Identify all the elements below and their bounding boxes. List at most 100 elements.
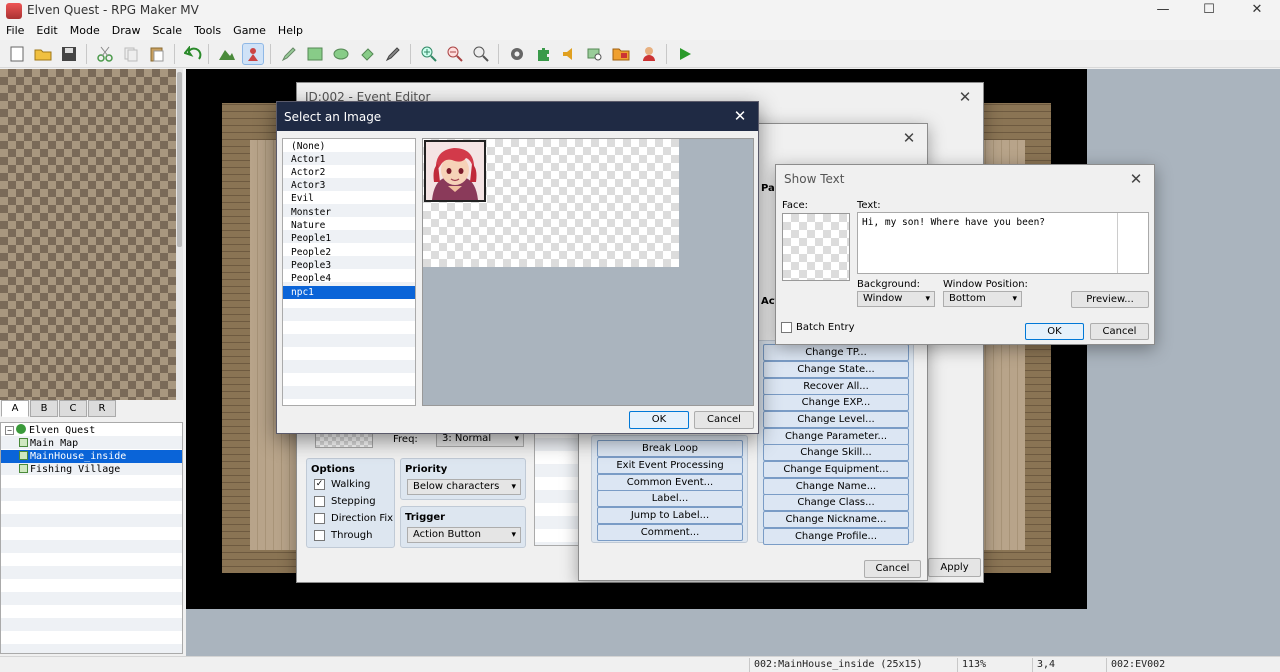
menu-draw[interactable]: Draw: [106, 22, 147, 40]
event-contents-list[interactable]: [534, 424, 584, 546]
background-select[interactable]: Window: [857, 291, 935, 307]
message-text-area[interactable]: Hi, my son! Where have you been?: [857, 212, 1149, 274]
menu-file[interactable]: File: [0, 22, 30, 40]
playtest-icon[interactable]: [674, 43, 696, 65]
change-level-button[interactable]: Change Level...: [763, 411, 909, 428]
open-project-icon[interactable]: [32, 43, 54, 65]
event-commands-cancel-button[interactable]: Cancel: [864, 560, 921, 578]
through-checkbox[interactable]: [314, 530, 325, 541]
zoom-out-icon[interactable]: [444, 43, 466, 65]
database-icon[interactable]: [506, 43, 528, 65]
stepping-checkbox[interactable]: [314, 496, 325, 507]
event-commands-close-button[interactable]: ✕: [899, 128, 919, 148]
map-tree-root[interactable]: − Elven Quest: [1, 424, 182, 437]
exit-event-processing-button[interactable]: Exit Event Processing: [597, 457, 743, 474]
tile-palette-scroll-thumb[interactable]: [177, 72, 182, 247]
common-event-button[interactable]: Common Event...: [597, 474, 743, 491]
sound-test-icon[interactable]: [558, 43, 580, 65]
change-name-button[interactable]: Change Name...: [763, 478, 909, 495]
tile-palette[interactable]: [0, 69, 176, 400]
recover-all-button[interactable]: Recover All...: [763, 378, 909, 395]
change-skill-button[interactable]: Change Skill...: [763, 444, 909, 461]
change-exp-button[interactable]: Change EXP...: [763, 394, 909, 411]
comment-button[interactable]: Comment...: [597, 524, 743, 541]
event-image-preview[interactable]: [315, 432, 373, 448]
save-project-icon[interactable]: [58, 43, 80, 65]
change-profile-button[interactable]: Change Profile...: [763, 528, 909, 545]
show-text-cancel-button[interactable]: Cancel: [1090, 323, 1149, 340]
change-state-button[interactable]: Change State...: [763, 361, 909, 378]
resource-manager-icon[interactable]: [610, 43, 632, 65]
show-text-close-button[interactable]: ✕: [1126, 169, 1146, 189]
event-editor-apply-button[interactable]: Apply: [928, 558, 981, 577]
map-tree-item-fishing-village[interactable]: Fishing Village: [1, 463, 182, 476]
menu-edit[interactable]: Edit: [30, 22, 63, 40]
change-class-button[interactable]: Change Class...: [763, 494, 909, 511]
tileset-tab-r[interactable]: R: [88, 400, 116, 417]
close-window-button[interactable]: ✕: [1234, 0, 1280, 22]
image-file-list[interactable]: (None) Actor1 Actor2 Actor3 Evil Monster…: [282, 138, 416, 406]
new-project-icon[interactable]: [6, 43, 28, 65]
menu-mode[interactable]: Mode: [64, 22, 106, 40]
select-image-ok-button[interactable]: OK: [629, 411, 689, 429]
walking-checkbox[interactable]: ✓: [314, 479, 325, 490]
image-list-item[interactable]: Actor2: [283, 166, 415, 179]
select-image-close-button[interactable]: ✕: [730, 106, 750, 126]
priority-select[interactable]: Below characters: [407, 479, 521, 495]
label-button[interactable]: Label...: [597, 490, 743, 507]
flood-fill-icon[interactable]: [356, 43, 378, 65]
batch-entry-checkbox[interactable]: [781, 322, 792, 333]
image-list-item[interactable]: People1: [283, 232, 415, 245]
tileset-tab-a[interactable]: A: [1, 400, 29, 417]
event-searcher-icon[interactable]: [584, 43, 606, 65]
face-preview[interactable]: [782, 213, 850, 281]
menu-game[interactable]: Game: [227, 22, 272, 40]
paste-icon[interactable]: [146, 43, 168, 65]
collapse-icon[interactable]: −: [5, 426, 14, 435]
change-nickname-button[interactable]: Change Nickname...: [763, 511, 909, 528]
plugin-manager-icon[interactable]: [532, 43, 554, 65]
preview-button[interactable]: Preview...: [1071, 291, 1149, 308]
break-loop-button[interactable]: Break Loop: [597, 440, 743, 457]
image-list-item[interactable]: People4: [283, 272, 415, 285]
change-tp-button[interactable]: Change TP...: [763, 344, 909, 361]
window-position-select[interactable]: Bottom: [943, 291, 1022, 307]
image-list-item[interactable]: People3: [283, 259, 415, 272]
copy-icon[interactable]: [120, 43, 142, 65]
image-list-item[interactable]: Nature: [283, 219, 415, 232]
map-mode-icon[interactable]: [216, 43, 238, 65]
menu-tools[interactable]: Tools: [188, 22, 227, 40]
image-list-item[interactable]: Actor3: [283, 179, 415, 192]
minimize-button[interactable]: —: [1140, 0, 1186, 22]
image-list-item[interactable]: People2: [283, 246, 415, 259]
image-list-item[interactable]: Evil: [283, 192, 415, 205]
ellipse-icon[interactable]: [330, 43, 352, 65]
zoom-in-icon[interactable]: [418, 43, 440, 65]
cut-icon[interactable]: [94, 43, 116, 65]
shadow-pen-icon[interactable]: [382, 43, 404, 65]
event-editor-close-button[interactable]: ✕: [955, 87, 975, 107]
tileset-tab-c[interactable]: C: [59, 400, 87, 417]
maximize-button[interactable]: ☐: [1186, 0, 1232, 22]
image-list-item[interactable]: Actor1: [283, 153, 415, 166]
map-tree-item-main-map[interactable]: Main Map: [1, 437, 182, 450]
change-parameter-button[interactable]: Change Parameter...: [763, 428, 909, 445]
rectangle-icon[interactable]: [304, 43, 326, 65]
map-tree-item-mainhouse-inside[interactable]: MainHouse_inside: [1, 450, 182, 463]
actual-size-icon[interactable]: [470, 43, 492, 65]
jump-to-label-button[interactable]: Jump to Label...: [597, 507, 743, 524]
tileset-tab-b[interactable]: B: [30, 400, 58, 417]
faceset-image[interactable]: [423, 139, 679, 267]
pencil-icon[interactable]: [278, 43, 300, 65]
undo-icon[interactable]: [182, 43, 204, 65]
image-list-item[interactable]: (None): [283, 140, 415, 153]
select-image-cancel-button[interactable]: Cancel: [694, 411, 754, 429]
image-list-item-selected[interactable]: npc1: [283, 286, 415, 299]
menu-help[interactable]: Help: [272, 22, 309, 40]
image-list-item[interactable]: Monster: [283, 206, 415, 219]
direction-fix-checkbox[interactable]: [314, 513, 325, 524]
show-text-ok-button[interactable]: OK: [1025, 323, 1084, 340]
change-equipment-button[interactable]: Change Equipment...: [763, 461, 909, 478]
trigger-select[interactable]: Action Button: [407, 527, 521, 543]
selected-face-frame[interactable]: [424, 140, 486, 202]
